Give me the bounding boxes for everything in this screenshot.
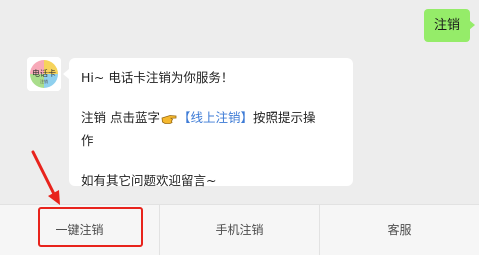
- bot-message-bubble: Hi~ 电话卡注销为你服务！ 注销 点击蓝字 【线上注销】按照提示操 作 如有其它…: [63, 58, 353, 188]
- bot-greeting: Hi~ 电话卡注销为你服务！: [81, 70, 234, 85]
- instruction-prefix: 注销 点击蓝字: [81, 110, 160, 125]
- bot-instruction-line: 注销 点击蓝字 【线上注销】按照提示操: [81, 108, 341, 131]
- user-message-text: 注销: [433, 18, 460, 33]
- menu-phone-cancel[interactable]: 手机注销: [159, 205, 319, 255]
- bottom-menu-bar: 一键注销 手机注销 客服: [0, 204, 479, 255]
- instruction-suffix-wrap: 作: [81, 133, 94, 148]
- phone-card-logo-icon: 电话卡 注销: [27, 57, 61, 91]
- online-cancel-link[interactable]: 【线上注销】: [178, 110, 253, 125]
- user-message-bubble: 注销: [423, 9, 476, 42]
- menu-one-click-cancel[interactable]: 一键注销: [0, 205, 159, 255]
- pointing-hand-icon: [161, 111, 177, 131]
- bot-avatar[interactable]: 电话卡 注销: [27, 57, 61, 91]
- chat-area: 注销 电话卡 注销 Hi~ 电话卡注销为你服务！ 注销 点击蓝字 【线上注销】按照…: [0, 0, 479, 204]
- avatar-subtext: 注销: [40, 78, 48, 84]
- bot-closing: 如有其它问题欢迎留言~: [81, 173, 217, 188]
- instruction-suffix: 按照提示操: [253, 110, 316, 125]
- menu-customer-service[interactable]: 客服: [319, 205, 479, 255]
- avatar-text: 电话卡: [32, 68, 56, 78]
